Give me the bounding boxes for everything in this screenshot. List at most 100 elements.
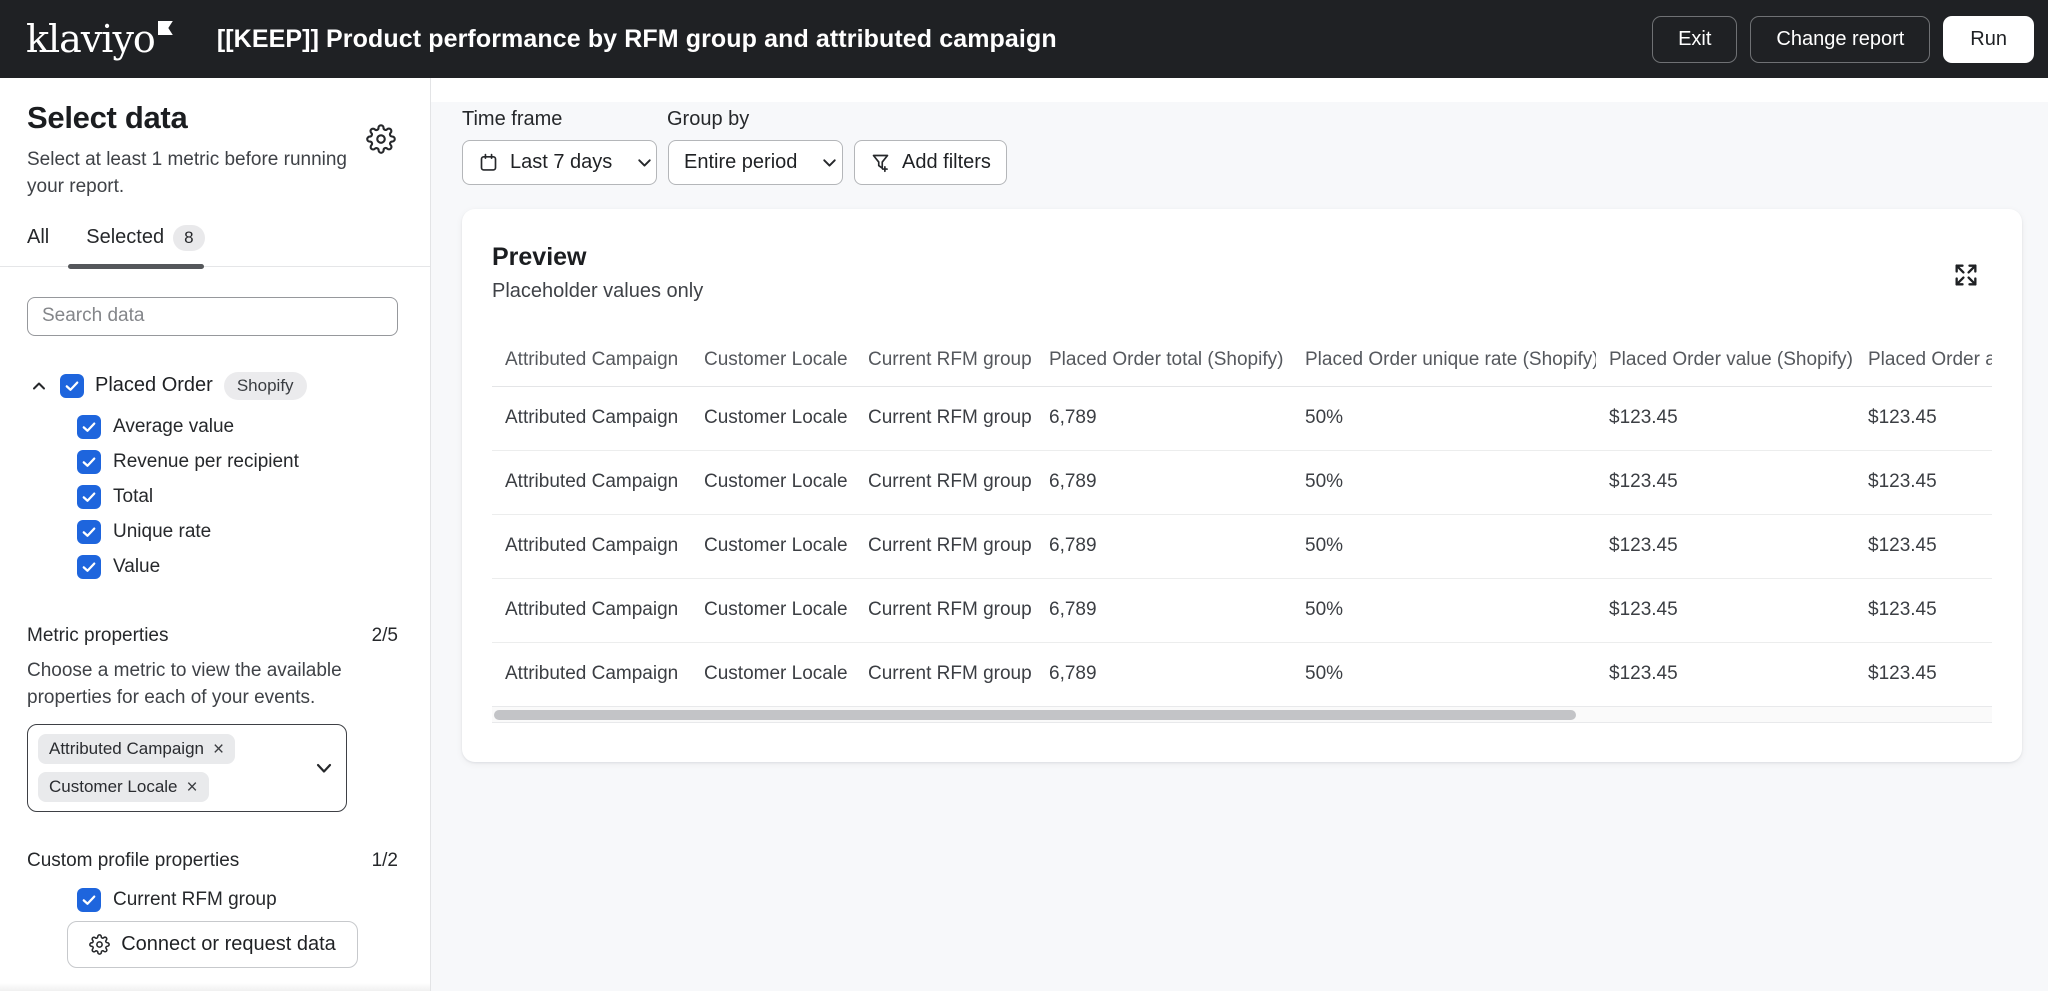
- metric-label: Revenue per recipient: [113, 451, 299, 473]
- preview-subtitle: Placeholder values only: [492, 280, 1992, 303]
- filter-labels: Time frame Group by: [462, 108, 1007, 131]
- table-cell: 6,789: [1036, 514, 1292, 578]
- chip-customer-locale: Customer Locale ×: [38, 772, 209, 802]
- table-cell: $123.45: [1855, 514, 1992, 578]
- main-content: Time frame Group by Last 7 days: [431, 78, 2048, 991]
- klaviyo-flag-icon: [158, 21, 173, 35]
- table-cell: Attributed Campaign: [492, 578, 691, 642]
- table-cell: Customer Locale: [691, 450, 855, 514]
- table-row: Attributed CampaignCustomer LocaleCurren…: [492, 578, 1992, 642]
- placed-order-checkbox[interactable]: [60, 374, 84, 398]
- add-filters-label: Add filters: [902, 151, 991, 174]
- column-header: Customer Locale: [691, 334, 855, 386]
- tab-selected-label: Selected: [86, 226, 164, 249]
- klaviyo-logo[interactable]: klaviyo: [26, 20, 173, 58]
- metric-properties-multiselect[interactable]: Attributed Campaign × Customer Locale ×: [27, 724, 347, 812]
- metric-checkbox[interactable]: [77, 450, 101, 474]
- table-cell: Current RFM group: [855, 450, 1036, 514]
- gear-icon: [89, 934, 110, 955]
- sidebar-bottom-fade: [0, 983, 430, 991]
- custom-profile-property-item: Current RFM group: [77, 888, 398, 912]
- klaviyo-logo-text: klaviyo: [26, 20, 155, 58]
- add-filters-button[interactable]: Add filters: [854, 140, 1007, 185]
- filter-controls: Last 7 days Entire period: [462, 140, 1007, 185]
- table-cell: Current RFM group: [855, 642, 1036, 706]
- sidebar-subheading: Select at least 1 metric before running …: [27, 147, 349, 201]
- current-rfm-group-checkbox[interactable]: [77, 888, 101, 912]
- table-row: Attributed CampaignCustomer LocaleCurren…: [492, 450, 1992, 514]
- search-input[interactable]: [27, 297, 398, 336]
- chevron-down-icon: [634, 152, 655, 173]
- time-frame-dropdown[interactable]: Last 7 days: [462, 140, 657, 185]
- metric-properties-description: Choose a metric to view the available pr…: [27, 657, 351, 712]
- expand-arrows-icon: [1952, 261, 1980, 289]
- table-cell: Attributed Campaign: [492, 642, 691, 706]
- check-icon: [80, 523, 98, 541]
- column-header: Placed Order total (Shopify): [1036, 334, 1292, 386]
- table-cell: 6,789: [1036, 578, 1292, 642]
- group-by-dropdown[interactable]: Entire period: [668, 140, 843, 185]
- table-cell: Current RFM group: [855, 514, 1036, 578]
- check-icon: [80, 453, 98, 471]
- table-cell: Customer Locale: [691, 578, 855, 642]
- metric-item: Total: [77, 485, 398, 509]
- tab-all[interactable]: All: [27, 226, 49, 249]
- close-icon: ×: [213, 739, 224, 760]
- custom-profile-properties-header: Custom profile properties 1/2: [27, 850, 398, 872]
- table-header-row: Attributed CampaignCustomer LocaleCurren…: [492, 334, 1992, 386]
- topbar-actions: Exit Change report Run: [1652, 16, 2034, 63]
- table-cell: Attributed Campaign: [492, 514, 691, 578]
- funnel-plus-icon: [870, 152, 891, 173]
- metric-label: Unique rate: [113, 521, 211, 543]
- table-cell: $123.45: [1596, 514, 1855, 578]
- custom-profile-property-label: Current RFM group: [113, 889, 277, 911]
- calendar-icon: [478, 152, 499, 173]
- connect-or-request-data-button[interactable]: Connect or request data: [67, 921, 358, 968]
- chip-label: Customer Locale: [49, 777, 178, 797]
- source-badge: Shopify: [224, 372, 307, 400]
- chip-label: Attributed Campaign: [49, 739, 204, 759]
- sidebar-settings-button[interactable]: [366, 124, 396, 154]
- scrollbar-thumb[interactable]: [494, 710, 1576, 720]
- metric-group-label: Placed Order: [95, 374, 213, 397]
- filters-bar: Time frame Group by Last 7 days: [462, 108, 1007, 185]
- horizontal-scrollbar[interactable]: [492, 706, 1992, 723]
- time-frame-label: Time frame: [462, 108, 667, 131]
- check-icon: [80, 488, 98, 506]
- custom-profile-properties-count: 1/2: [372, 850, 398, 872]
- metric-checkbox[interactable]: [77, 485, 101, 509]
- collapse-group-button[interactable]: [29, 376, 49, 396]
- metric-properties-title: Metric properties: [27, 625, 169, 647]
- table-cell: 50%: [1292, 642, 1596, 706]
- check-icon: [80, 891, 98, 909]
- metric-checkbox[interactable]: [77, 555, 101, 579]
- table-row: Attributed CampaignCustomer LocaleCurren…: [492, 514, 1992, 578]
- column-header: Placed Order value (Shopify): [1596, 334, 1855, 386]
- report-title: [[KEEP]] Product performance by RFM grou…: [217, 25, 1057, 54]
- tab-selected[interactable]: Selected 8: [86, 225, 204, 251]
- table-cell: 50%: [1292, 514, 1596, 578]
- metric-checkbox[interactable]: [77, 415, 101, 439]
- chip-remove-button[interactable]: ×: [187, 778, 198, 797]
- column-header: Placed Order unique rate (Shopify): [1292, 334, 1596, 386]
- table-cell: Current RFM group: [855, 386, 1036, 450]
- chip-remove-button[interactable]: ×: [213, 740, 224, 759]
- table-cell: 50%: [1292, 386, 1596, 450]
- sidebar-tabs: All Selected 8: [0, 225, 430, 267]
- check-icon: [80, 558, 98, 576]
- expand-preview-button[interactable]: [1952, 261, 1980, 289]
- table-cell: $123.45: [1855, 578, 1992, 642]
- metric-label: Value: [113, 556, 160, 578]
- check-icon: [63, 377, 81, 395]
- group-by-value: Entire period: [684, 151, 797, 174]
- exit-button[interactable]: Exit: [1652, 16, 1737, 63]
- change-report-button[interactable]: Change report: [1750, 16, 1930, 63]
- metric-item: Revenue per recipient: [77, 450, 398, 474]
- metric-group-row: Placed Order Shopify: [27, 372, 398, 400]
- metric-properties-header: Metric properties 2/5: [27, 625, 398, 647]
- run-button[interactable]: Run: [1943, 16, 2034, 63]
- chevron-down-icon: [819, 152, 840, 173]
- table-cell: $123.45: [1596, 386, 1855, 450]
- metric-checkbox[interactable]: [77, 520, 101, 544]
- table-cell: $123.45: [1596, 578, 1855, 642]
